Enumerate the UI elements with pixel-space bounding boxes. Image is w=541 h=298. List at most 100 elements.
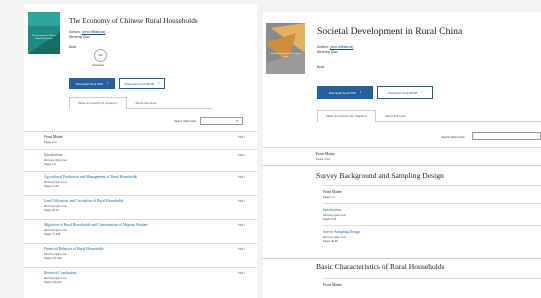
right-author-name: Wenrong Qian (317, 50, 338, 54)
authors-label: Authors: (317, 45, 329, 49)
chapter-title[interactable]: Introduction (44, 153, 62, 157)
right-book-label: Book (317, 65, 325, 69)
front-matter-pages: Pages i-xxvi (316, 158, 330, 161)
right-search-label: Search within book (441, 135, 465, 139)
pdf-label: PDF (238, 272, 244, 275)
chapter-title[interactable]: Land Utilization and Circulation of Rura… (44, 199, 123, 203)
sub-chapter-authors: Pages 1-1 (323, 196, 335, 199)
front-matter-title[interactable]: Front Matter (316, 152, 335, 156)
download-pdf-label: Download book PDF (75, 81, 104, 86)
chapter-pdf-link[interactable]: PDF ⭳ (238, 199, 245, 204)
chapter-row[interactable]: Financial Behavior of Rural Households W… (24, 243, 257, 267)
search-icon[interactable]: ⌕ (236, 118, 238, 123)
sub-chapter-row[interactable]: Front Matter Pages 1-1 (323, 185, 541, 203)
sub-chapter-authors: Wenrong Qian et al. (323, 236, 347, 239)
chapter-pages: Pages 127-180 (44, 257, 62, 260)
view-affiliations-link[interactable]: (view affiliations) (82, 30, 106, 34)
part-title[interactable]: Survey Background and Sampling Design (316, 171, 444, 180)
pdf-label: PDF (238, 176, 244, 179)
download-icon: ⭳ (244, 224, 245, 227)
left-book-cover[interactable]: The Economy of Chinese Rural Households (28, 12, 60, 54)
chapter-authors: Wenrong Qian et al. (44, 229, 68, 232)
right-tabs: Table of contents (11 chapters) About th… (317, 110, 541, 122)
chapter-title[interactable]: Research Conclusions (44, 271, 77, 275)
chapter-pdf-link[interactable]: PDF ⭳ (238, 135, 245, 140)
authors-label: Authors: (69, 30, 81, 34)
chapter-authors: Pages i-xvi (44, 141, 57, 144)
view-affiliations-link[interactable]: (view affiliations) (330, 45, 354, 49)
part-row[interactable]: Survey Background and Sampling Design (263, 165, 541, 185)
front-matter-row[interactable]: Front Matter Pages i-xxvi (263, 147, 541, 165)
right-cover-title: Societal Development in Rural China (270, 52, 301, 58)
cover-art-icon (28, 12, 60, 54)
tab-table-of-contents[interactable]: Table of contents (11 chapters) (317, 110, 376, 122)
chapter-authors: Wenrong Qian et al. (44, 159, 68, 162)
download-icon: ⭳ (244, 272, 245, 275)
sub-chapter-row[interactable]: Front Matter (323, 278, 541, 298)
tab-about-this-book[interactable]: About this book (127, 97, 166, 108)
sub-chapter-pages: Pages 49-65 (323, 240, 338, 243)
download-icon: ⭳ (360, 90, 362, 94)
pdf-label: PDF (238, 136, 244, 139)
chapter-row[interactable]: Agricultural Production and Management o… (24, 171, 257, 195)
chapter-title[interactable]: Migration of Rural Households and Citize… (44, 223, 148, 227)
pdf-label: PDF (238, 200, 244, 203)
right-search-input[interactable] (472, 132, 541, 140)
chapter-title[interactable]: Financial Behavior of Rural Households (44, 247, 104, 251)
left-download-pdf-button[interactable]: Download book PDF ⭳ (69, 78, 115, 89)
chapter-pdf-link[interactable]: PDF ⭳ (238, 175, 245, 180)
chapter-title[interactable]: Agricultural Production and Management o… (44, 175, 137, 179)
chapter-authors: Wenrong Qian et al. (44, 277, 68, 280)
download-epub-label: Download book EPUB (387, 90, 418, 95)
left-cover-title: The Economy of Chinese Rural Households (31, 34, 57, 40)
sub-chapter-title[interactable]: Front Matter (323, 190, 342, 194)
chapter-row[interactable]: Front Matter Pages i-xvi PDF ⭳ (24, 131, 257, 149)
chapter-pages: Pages 199-217 (44, 281, 62, 284)
right-book-cover[interactable]: Societal Development in Rural China (266, 23, 305, 74)
chapter-pages: Pages 1-8 (44, 163, 56, 166)
right-book-page: Societal Development in Rural China Soci… (263, 12, 541, 298)
download-icon: ⭳ (158, 81, 160, 85)
chapter-authors: Wenrong Qian et al. (44, 205, 68, 208)
chapter-row[interactable]: Research Conclusions Wenrong Qian et al.… (24, 267, 257, 291)
chapter-pages: Pages 35-76 (44, 209, 59, 212)
tab-table-of-contents[interactable]: Table of contents (6 chapters) (69, 97, 127, 109)
downloads-metric-label: Downloads (92, 64, 104, 67)
tab-about-this-book[interactable]: About this book (376, 110, 415, 121)
chapter-title[interactable]: Front Matter (44, 135, 63, 139)
cover-art-icon (266, 23, 305, 74)
part-title[interactable]: Basic Characteristics of Rural Household… (316, 262, 445, 271)
sub-chapter-title[interactable]: Front Matter (323, 283, 342, 287)
chapter-row[interactable]: Land Utilization and Circulation of Rura… (24, 195, 257, 219)
downloads-metric-value: 110 (98, 54, 103, 57)
download-icon: ⭳ (244, 176, 245, 179)
download-icon: ⭳ (244, 248, 245, 251)
download-icon: ⭳ (107, 81, 109, 85)
chapter-pdf-link[interactable]: PDF ⭳ (238, 223, 245, 228)
download-pdf-label: Download book PDF (328, 90, 357, 95)
left-download-epub-button[interactable]: Download book EPUB ⭳ (119, 78, 165, 89)
chapter-authors: Wenrong Qian et al. (44, 181, 68, 184)
left-search-label: Search within book (174, 120, 196, 123)
left-authors-line: Authors: (view affiliations) (69, 30, 105, 34)
right-book-title: Societal Development in Rural China (317, 26, 463, 37)
downloads-metric-badge: 110 (94, 49, 107, 62)
download-epub-label: Download book EPUB (124, 81, 155, 86)
chapter-row[interactable]: Migration of Rural Households and Citize… (24, 219, 257, 243)
sub-chapter-title[interactable]: Introduction (323, 208, 341, 212)
right-download-pdf-button[interactable]: Download book PDF ⭳ (317, 86, 373, 99)
chapter-pdf-link[interactable]: PDF ⭳ (238, 247, 245, 252)
sub-chapter-row[interactable]: Survey Sampling Design Wenrong Qian et a… (323, 225, 541, 249)
pdf-label: PDF (238, 154, 244, 157)
sub-chapter-authors: Wenrong Qian et al. (323, 214, 347, 217)
left-book-title: The Economy of Chinese Rural Households (69, 16, 198, 25)
right-download-epub-button[interactable]: Download book EPUB ⭳ (377, 86, 433, 99)
left-author-name: Wenrong Qian (69, 35, 90, 39)
part-row[interactable]: Basic Characteristics of Rural Household… (263, 258, 541, 278)
sub-chapter-title[interactable]: Survey Sampling Design (323, 230, 360, 234)
chapter-row[interactable]: Introduction Wenrong Qian et al. Pages 1… (24, 149, 257, 171)
download-icon: ⭳ (244, 136, 245, 139)
chapter-pdf-link[interactable]: PDF ⭳ (238, 271, 245, 276)
sub-chapter-row[interactable]: Introduction Wenrong Qian et al. Pages 3… (323, 203, 541, 225)
chapter-pdf-link[interactable]: PDF ⭳ (238, 153, 245, 158)
